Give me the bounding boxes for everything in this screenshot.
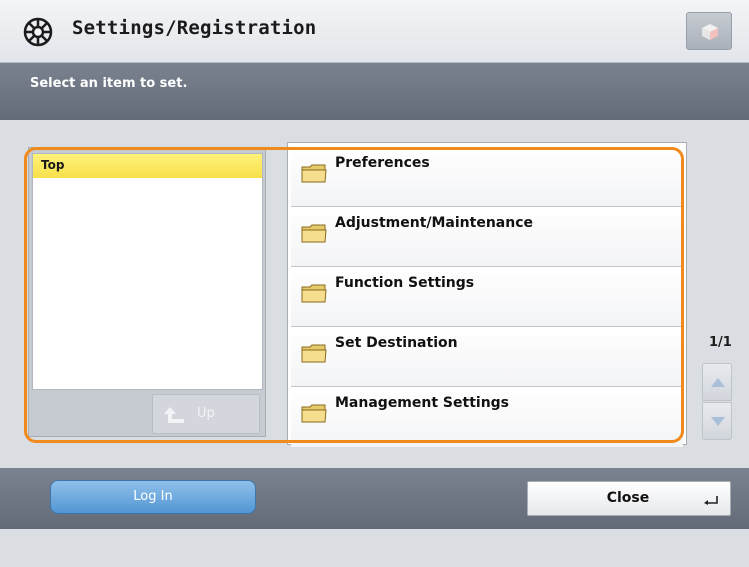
scroll-up-button[interactable] [702, 363, 732, 401]
list-item-label: Adjustment/Maintenance [335, 215, 534, 231]
folder-icon [301, 164, 327, 183]
list-item-set-destination[interactable]: Set Destination [291, 327, 683, 387]
close-label: Close [606, 490, 650, 506]
folder-icon [301, 224, 327, 243]
up-button[interactable]: Up [152, 394, 260, 434]
triangle-down-icon [711, 417, 725, 426]
list-item-management-settings[interactable]: Management Settings [291, 387, 683, 447]
counter-check-button[interactable] [686, 12, 732, 50]
list-item-label: Function Settings [335, 275, 475, 291]
close-button[interactable]: Close [527, 481, 731, 516]
folder-icon [301, 344, 327, 363]
return-arrow-icon [704, 496, 718, 505]
main-area: Top Up Preferences Adjustment/Maintenanc… [0, 120, 749, 468]
box-icon [702, 24, 718, 40]
scroll-down-button[interactable] [702, 402, 732, 440]
folder-icon [301, 404, 327, 423]
log-in-button[interactable]: Log In [50, 480, 256, 514]
list-item-label: Set Destination [335, 335, 458, 351]
page-title: Settings/Registration [72, 17, 317, 39]
list-item-label: Management Settings [335, 395, 510, 411]
status-footer [0, 529, 749, 567]
tree-list: Top [32, 153, 263, 390]
log-in-label: Log In [133, 489, 173, 504]
list-item-label: Preferences [335, 155, 430, 171]
settings-screen: Settings/Registration Select an item to … [0, 0, 749, 567]
tree-item-top[interactable]: Top [33, 154, 262, 178]
settings-gear-icon [23, 17, 53, 47]
settings-item-list: Preferences Adjustment/Maintenance Funct… [287, 142, 687, 447]
up-arrow-icon [164, 407, 184, 423]
up-button-label: Up [197, 406, 215, 421]
tree-panel: Top Up [28, 147, 266, 437]
page-indicator: 1/1 [709, 335, 732, 350]
instruction-text: Select an item to set. [30, 76, 188, 91]
bottom-bar: Log In Close [0, 468, 749, 529]
list-item-preferences[interactable]: Preferences [291, 147, 683, 207]
list-item-function-settings[interactable]: Function Settings [291, 267, 683, 327]
list-item-adjustment-maintenance[interactable]: Adjustment/Maintenance [291, 207, 683, 267]
message-bar: Select an item to set. [0, 63, 749, 120]
tree-item-label: Top [41, 158, 65, 172]
folder-icon [301, 284, 327, 303]
triangle-up-icon [711, 378, 725, 387]
title-bar: Settings/Registration [0, 0, 749, 63]
